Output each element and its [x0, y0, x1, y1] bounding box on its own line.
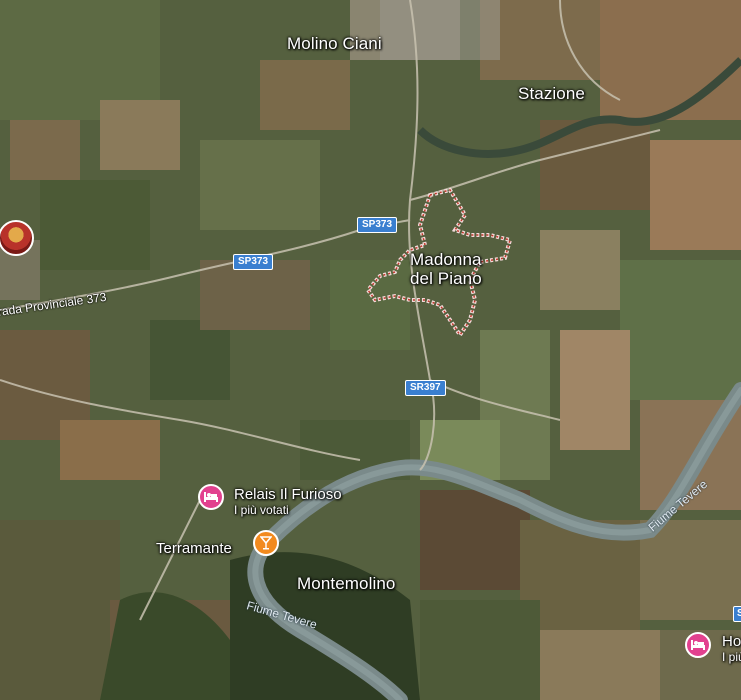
bed-icon[interactable] — [198, 484, 224, 510]
place-label-line: del Piano — [410, 269, 482, 288]
place-label-line: Madonna — [410, 250, 482, 269]
poi-badge-edge: I più — [722, 650, 741, 664]
cocktail-icon[interactable] — [253, 530, 279, 556]
place-label-montemolino[interactable]: Montemolino — [297, 574, 395, 594]
poi-badge-relais: I più votati — [234, 503, 289, 517]
place-label-molino-ciani[interactable]: Molino Ciani — [287, 34, 382, 54]
road-shield-partial: S — [733, 606, 741, 622]
poi-name-relais[interactable]: Relais Il Furioso — [234, 486, 342, 503]
bed-icon[interactable] — [685, 632, 711, 658]
place-label-stazione[interactable]: Stazione — [518, 84, 585, 104]
urban-area — [380, 0, 500, 60]
bed-glyph — [204, 492, 218, 502]
road-shield-sp373: SP373 — [233, 254, 274, 270]
poi-name-edge[interactable]: Ho — [722, 633, 741, 650]
road-shield-sp373: SP373 — [357, 217, 398, 233]
poi-name-terramante[interactable]: Terramante — [156, 540, 232, 557]
satellite-map[interactable] — [0, 0, 741, 700]
road-shield-sr397: SR397 — [405, 380, 446, 396]
place-label-madonna-del-piano[interactable]: Madonna del Piano — [410, 250, 482, 288]
cocktail-glyph — [260, 536, 272, 550]
bed-glyph — [691, 640, 705, 650]
